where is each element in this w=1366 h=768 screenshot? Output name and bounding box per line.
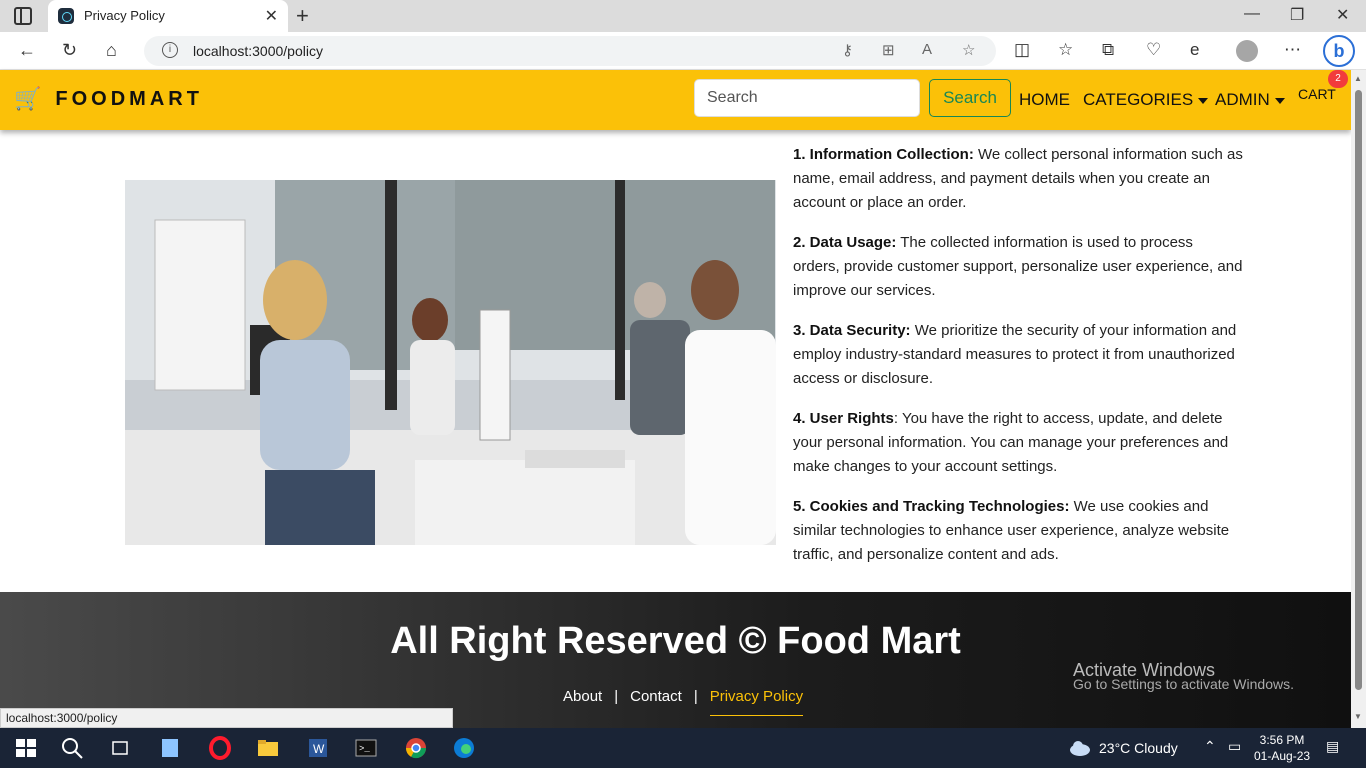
tab-actions-icon[interactable] [14, 7, 32, 25]
scroll-down-icon[interactable]: ▼ [1354, 712, 1362, 721]
apps-icon[interactable]: ⊞ [882, 41, 895, 59]
policy-item-title: 2. Data Usage: [793, 234, 897, 251]
policy-item-collection: 1. Information Collection: We collect pe… [793, 143, 1243, 215]
split-screen-icon[interactable]: ◫ [1014, 40, 1030, 60]
refresh-icon[interactable]: ↻ [62, 40, 77, 61]
minimize-icon[interactable]: — [1244, 5, 1260, 23]
file-explorer-icon[interactable] [256, 736, 280, 760]
shopping-cart-icon: 🛒 [14, 86, 42, 111]
search-button[interactable]: Search [929, 79, 1011, 117]
tab-close-icon[interactable]: ✕ [265, 6, 278, 26]
policy-item-title: 4. User Rights [793, 410, 894, 427]
brand-logo[interactable]: 🛒 FOODMART [14, 86, 203, 112]
tray-chevron-up-icon[interactable]: ⌃ [1204, 738, 1216, 755]
url-text: localhost:3000/policy [193, 43, 323, 59]
footer-separator: | [614, 688, 619, 705]
task-view-icon[interactable] [108, 736, 132, 760]
browser-tabbar: Privacy Policy ✕ + — ❐ ✕ [0, 0, 1366, 32]
browser-addressbar: ← ↻ ⌂ i localhost:3000/policy ⚷ ⊞ A ☆ ◫ … [0, 32, 1366, 70]
url-bar[interactable]: i localhost:3000/policy ⚷ ⊞ A ☆ [144, 36, 996, 66]
weather-text[interactable]: 23°C Cloudy [1099, 740, 1178, 756]
call-center-photo [125, 180, 776, 545]
policy-list: 1. Information Collection: We collect pe… [793, 143, 1243, 583]
status-url-tooltip: localhost:3000/policy [0, 708, 453, 728]
policy-item-title: 5. Cookies and Tracking Technologies: [793, 498, 1070, 515]
clock-time: 3:56 PM [1259, 733, 1305, 747]
notification-icon[interactable]: ▤ [1326, 738, 1339, 755]
footer-link-contact[interactable]: Contact [630, 688, 682, 705]
react-favicon-icon [58, 8, 74, 24]
policy-item-title: 1. Information Collection: [793, 146, 974, 163]
restore-icon[interactable]: ❐ [1290, 5, 1304, 25]
word-icon[interactable]: W [306, 736, 330, 760]
notepad-icon[interactable] [158, 736, 182, 760]
activate-windows-subtitle: Go to Settings to activate Windows. [1073, 676, 1294, 692]
policy-illustration [125, 180, 776, 545]
nav-cart[interactable]: CART [1298, 86, 1336, 102]
windows-taskbar: W >_ 23°C Cloudy ⌃ ▭ 3:56 PM 01-Aug-23 ▤ [0, 728, 1366, 768]
edge-icon[interactable] [452, 736, 476, 760]
scroll-thumb[interactable] [1355, 90, 1362, 690]
footer-separator: | [693, 688, 698, 705]
cloudy-weather-icon[interactable] [1068, 736, 1092, 760]
collections-icon[interactable]: ⧉ [1102, 40, 1114, 60]
opera-icon[interactable] [208, 736, 232, 760]
favorite-star-icon[interactable]: ☆ [962, 41, 975, 59]
scroll-up-icon[interactable]: ▲ [1354, 74, 1362, 83]
svg-text:>_: >_ [359, 744, 370, 754]
policy-item-security: 3. Data Security: We prioritize the secu… [793, 319, 1243, 391]
windows-start-icon[interactable] [14, 736, 38, 760]
nav-home[interactable]: HOME [1019, 90, 1070, 110]
more-menu-icon[interactable]: ⋯ [1284, 40, 1301, 60]
brand-name: FOODMART [55, 87, 203, 110]
favorites-icon[interactable]: ☆ [1058, 40, 1073, 60]
cart-count-badge: 2 [1328, 70, 1348, 88]
caret-down-icon [1274, 97, 1285, 104]
terminal-icon[interactable]: >_ [354, 736, 378, 760]
nav-admin-label: ADMIN [1215, 90, 1270, 109]
policy-item-cookies: 5. Cookies and Tracking Technologies: We… [793, 495, 1243, 567]
tab-title: Privacy Policy [84, 8, 165, 23]
page-scrollbar[interactable]: ▲ ▼ [1351, 70, 1366, 728]
caret-down-icon [1198, 97, 1209, 104]
svg-text:W: W [313, 742, 325, 756]
chrome-icon[interactable] [404, 736, 428, 760]
clock-date: 01-Aug-23 [1254, 749, 1311, 763]
footer-link-privacy[interactable]: Privacy Policy [709, 688, 804, 716]
search-icon[interactable] [60, 736, 84, 760]
bing-copilot-icon[interactable]: b [1323, 35, 1355, 67]
window-close-icon[interactable]: ✕ [1336, 5, 1349, 25]
footer-link-about[interactable]: About [563, 688, 602, 705]
site-info-icon[interactable]: i [162, 42, 178, 58]
read-aloud-icon[interactable]: A [922, 41, 932, 58]
home-icon[interactable]: ⌂ [106, 40, 117, 61]
nav-categories-label: CATEGORIES [1083, 90, 1194, 109]
taskbar-clock[interactable]: 3:56 PM 01-Aug-23 [1254, 732, 1310, 764]
nav-categories[interactable]: CATEGORIES [1083, 90, 1209, 110]
back-icon[interactable]: ← [18, 40, 36, 61]
browser-tab-active[interactable]: Privacy Policy ✕ [48, 0, 288, 32]
search-input[interactable] [694, 79, 920, 117]
edge-extension-icon[interactable]: e [1190, 40, 1199, 60]
network-icon[interactable]: ▭ [1228, 738, 1241, 755]
key-icon[interactable]: ⚷ [842, 41, 853, 59]
policy-item-title: 3. Data Security: [793, 322, 911, 339]
policy-item-usage: 2. Data Usage: The collected information… [793, 231, 1243, 303]
footer-links: About | Contact | Privacy Policy [557, 688, 809, 716]
footer-title: All Right Reserved © Food Mart [390, 620, 961, 662]
policy-item-rights: 4. User Rights: You have the right to ac… [793, 407, 1243, 479]
new-tab-icon[interactable]: + [296, 3, 309, 29]
profile-avatar[interactable] [1236, 40, 1258, 62]
site-navbar: 🛒 FOODMART Search HOME CATEGORIES ADMIN … [0, 70, 1351, 130]
nav-admin[interactable]: ADMIN [1215, 90, 1285, 110]
browser-essentials-icon[interactable]: ♡ [1146, 40, 1161, 60]
